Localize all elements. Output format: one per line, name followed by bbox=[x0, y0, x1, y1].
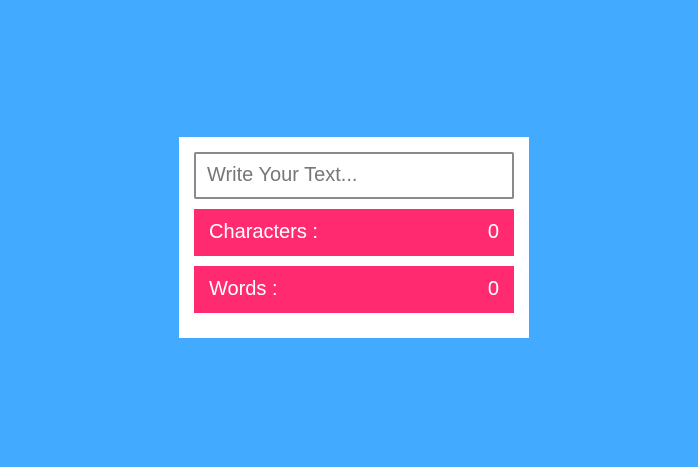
characters-row: Characters : 0 bbox=[194, 209, 514, 256]
counter-card: Characters : 0 Words : 0 bbox=[179, 137, 529, 338]
words-row: Words : 0 bbox=[194, 266, 514, 313]
characters-count: 0 bbox=[487, 221, 499, 243]
words-count: 0 bbox=[487, 278, 499, 300]
text-input[interactable] bbox=[194, 152, 514, 199]
characters-label: Characters : bbox=[209, 221, 318, 243]
words-label: Words : bbox=[209, 278, 278, 300]
